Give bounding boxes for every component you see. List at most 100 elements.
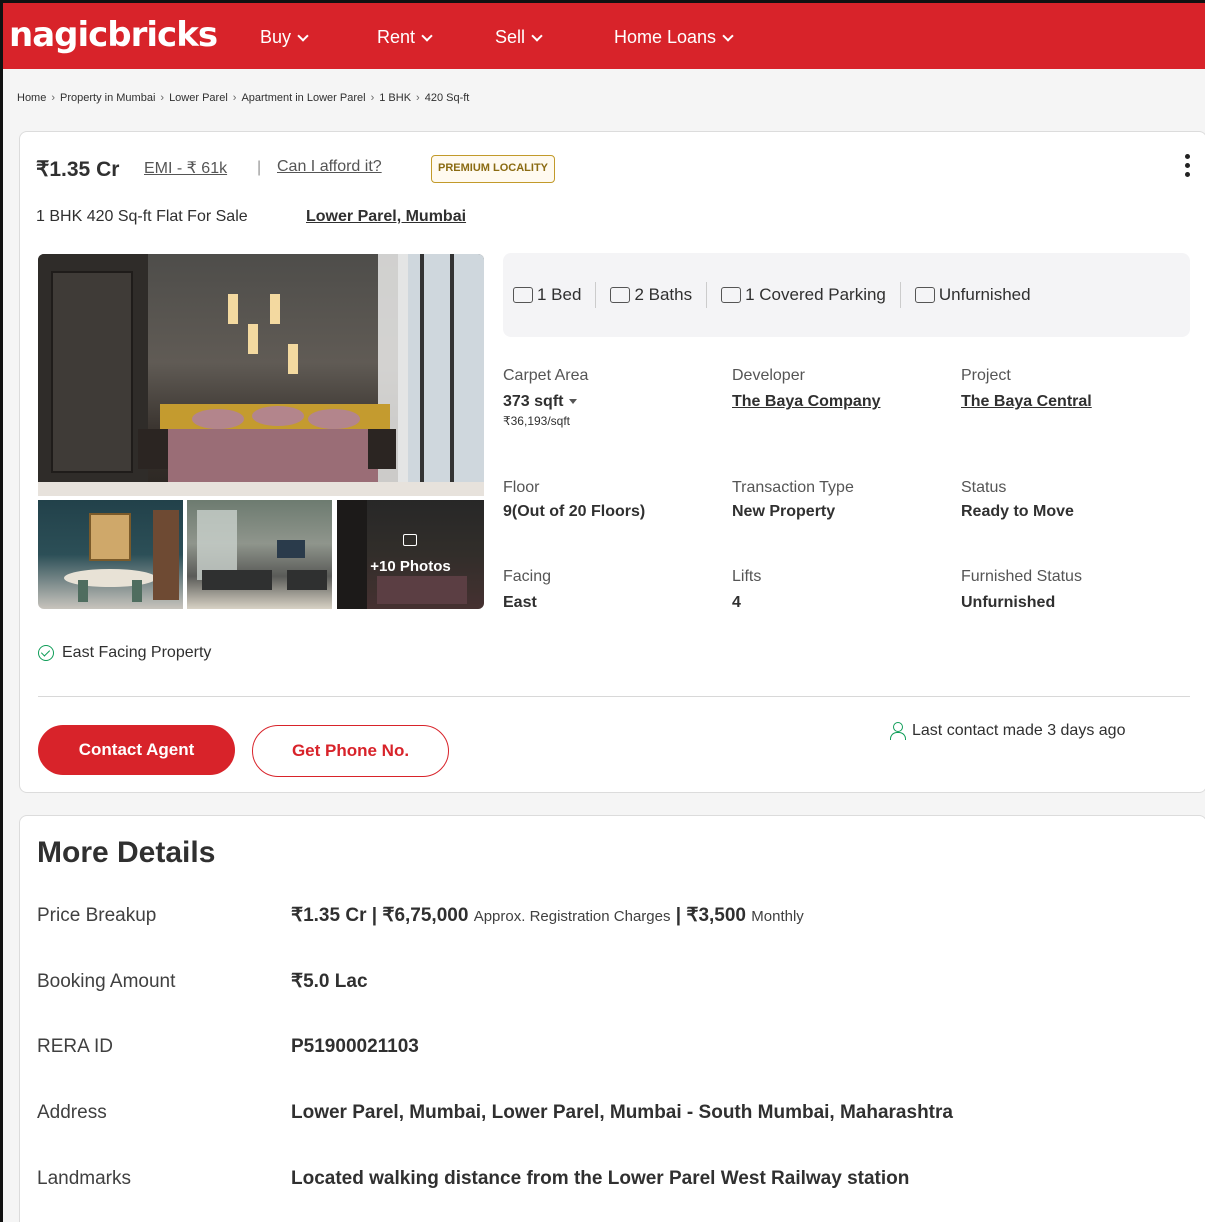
attr-developer: Developer The Baya Company <box>732 367 880 411</box>
attr-project: Project The Baya Central <box>961 367 1092 411</box>
breadcrumb-bhk[interactable]: 1 BHK <box>379 92 411 104</box>
feature-furnishing-label: Unfurnished <box>938 285 1031 304</box>
attr-lifts: Lifts 4 <box>732 568 761 612</box>
attr-label: Floor <box>503 479 540 496</box>
md-label: Landmarks <box>37 1168 131 1189</box>
attr-value: East <box>503 594 537 611</box>
md-value: P51900021103 <box>291 1036 419 1057</box>
breadcrumb-lower-parel[interactable]: Lower Parel <box>169 92 228 104</box>
listing-price: ₹1.35 Cr <box>36 158 120 181</box>
divider <box>38 696 1190 697</box>
feature-bed: 1 Bed <box>513 285 581 305</box>
nav-sell[interactable]: Sell <box>495 27 543 48</box>
attr-facing: Facing East <box>503 568 551 612</box>
rera-id-row: RERA ID P51900021103 <box>37 1036 1187 1058</box>
feature-bath: 2 Baths <box>610 285 692 305</box>
get-phone-button[interactable]: Get Phone No. <box>252 725 449 777</box>
attr-label: Transaction Type <box>732 479 854 496</box>
more-details-card: More Details Price Breakup ₹1.35 Cr | ₹6… <box>19 815 1205 1222</box>
afford-link[interactable]: Can I afford it? <box>277 158 382 176</box>
listing-card: ₹1.35 Cr EMI - ₹ 61k | Can I afford it? … <box>19 131 1205 793</box>
feature-divider <box>706 282 708 308</box>
nav-buy[interactable]: Buy <box>260 27 309 48</box>
breadcrumb-property-mumbai[interactable]: Property in Mumbai <box>60 92 155 104</box>
main-photo[interactable] <box>38 254 484 496</box>
breadcrumb-separator-icon: › <box>416 92 420 104</box>
landmarks-row: Landmarks Located walking distance from … <box>37 1168 1187 1190</box>
top-navbar: nagicbricks Buy Rent Sell Home Loans <box>3 3 1205 69</box>
chevron-down-icon <box>421 29 433 42</box>
breakup-monthly-note: Monthly <box>751 908 804 925</box>
highlight-label: East Facing Property <box>62 644 212 661</box>
attr-label: Status <box>961 479 1007 496</box>
feature-bed-label: 1 Bed <box>537 285 582 304</box>
nav-buy-label: Buy <box>260 27 292 47</box>
breakup-monthly: ₹3,500 <box>686 905 746 926</box>
price-per-sqft: ₹36,193/sqft <box>503 414 571 428</box>
feature-parking: 1 Covered Parking <box>721 285 886 305</box>
nav-rent-label: Rent <box>377 27 416 47</box>
features-bar: 1 Bed 2 Baths 1 Covered Parking Unfurnis… <box>503 253 1190 337</box>
attr-value: 9(Out of 20 Floors) <box>503 503 646 520</box>
attr-label: Developer <box>732 367 805 384</box>
chevron-down-icon <box>722 29 734 42</box>
breakup-price: ₹1.35 Cr <box>291 905 367 926</box>
breakup-registration-note: Approx. Registration Charges <box>473 908 671 925</box>
md-value: ₹1.35 Cr | ₹6,75,000 Approx. Registratio… <box>291 904 804 927</box>
feature-divider <box>595 282 597 308</box>
md-value: Lower Parel, Mumbai, Lower Parel, Mumbai… <box>291 1102 953 1123</box>
md-label: RERA ID <box>37 1036 114 1057</box>
attr-value[interactable]: 373 sqft <box>503 393 588 411</box>
breadcrumb-separator-icon: › <box>370 92 375 104</box>
developer-link[interactable]: The Baya Company <box>732 393 880 411</box>
attr-transaction-type: Transaction Type New Property <box>732 479 854 521</box>
chevron-down-icon <box>531 29 543 42</box>
nav-home-loans[interactable]: Home Loans <box>614 27 734 48</box>
feature-parking-label: 1 Covered Parking <box>745 285 886 304</box>
breadcrumb-size: 420 Sq-ft <box>424 92 470 104</box>
more-photos-thumbnail[interactable]: +10 Photos <box>337 500 484 609</box>
attr-label: Furnished Status <box>961 568 1082 585</box>
feature-bath-label: 2 Baths <box>634 285 693 304</box>
attr-label: Carpet Area <box>503 367 589 384</box>
carpet-area-value: 373 sqft <box>503 393 564 410</box>
md-label: Booking Amount <box>37 971 176 992</box>
photo-thumbnail[interactable] <box>187 500 332 609</box>
breadcrumb-separator-icon: › <box>51 92 56 104</box>
md-value: ₹5.0 Lac <box>291 971 368 992</box>
breakup-registration: ₹6,75,000 <box>382 905 469 926</box>
check-circle-icon <box>38 645 54 661</box>
caret-down-icon[interactable] <box>569 399 578 405</box>
last-contact-info: Last contact made 3 days ago <box>890 722 1125 740</box>
listing-location-link[interactable]: Lower Parel, Mumbai <box>306 208 466 226</box>
more-options-icon[interactable] <box>1182 154 1192 182</box>
attr-floor: Floor 9(Out of 20 Floors) <box>503 479 645 521</box>
highlight-east-facing: East Facing Property <box>38 644 211 662</box>
md-value: Located walking distance from the Lower … <box>291 1168 910 1189</box>
breadcrumb-home[interactable]: Home <box>17 92 46 104</box>
dining-photo-illustration <box>64 510 179 602</box>
project-link[interactable]: The Baya Central <box>961 393 1092 411</box>
breadcrumb: Home › Property in Mumbai › Lower Parel › A… <box>17 92 469 104</box>
breadcrumb-separator-icon: › <box>160 92 165 104</box>
more-details-title: More Details <box>37 836 216 869</box>
breadcrumb-apartment[interactable]: Apartment in Lower Parel <box>241 92 365 104</box>
furniture-icon <box>914 287 935 303</box>
site-logo[interactable]: nagicbricks <box>9 15 218 55</box>
attr-furnished-status: Furnished Status Unfurnished <box>961 568 1082 612</box>
emi-link[interactable]: EMI - ₹ 61k <box>144 158 227 178</box>
nav-rent[interactable]: Rent <box>377 27 433 48</box>
nav-home-loans-label: Home Loans <box>614 27 717 47</box>
page-frame: nagicbricks Buy Rent Sell Home Loans Hom… <box>0 0 1205 1222</box>
photo-thumbnail[interactable] <box>38 500 183 609</box>
booking-amount-row: Booking Amount ₹5.0 Lac <box>37 970 1187 993</box>
photo-overlay <box>337 500 484 609</box>
attr-label: Lifts <box>732 568 762 585</box>
contact-agent-button[interactable]: Contact Agent <box>38 725 235 775</box>
listing-title: 1 BHK 420 Sq-ft Flat For Sale <box>36 208 248 225</box>
price-separator: | <box>257 159 262 176</box>
photo-icon <box>403 534 417 546</box>
bath-icon <box>610 287 631 303</box>
md-label: Address <box>37 1102 107 1123</box>
car-icon <box>721 287 742 303</box>
